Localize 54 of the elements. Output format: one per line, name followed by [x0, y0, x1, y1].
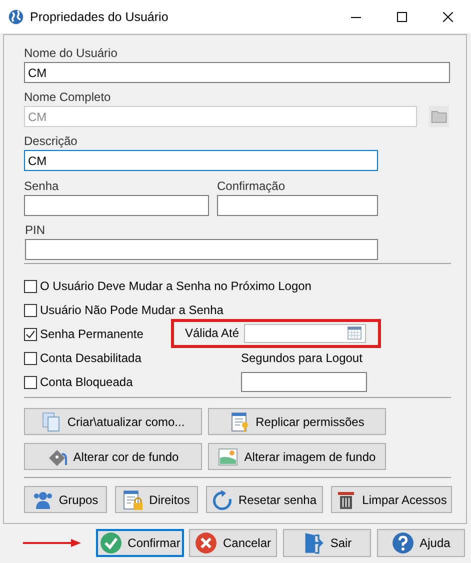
tool-button[interactable]: Criar\atualizar como... — [24, 408, 202, 435]
text-field[interactable] — [25, 239, 378, 260]
check-circle-icon — [100, 532, 122, 554]
help-icon — [392, 532, 414, 554]
dialog-button[interactable]: Confirmar — [96, 529, 184, 557]
field-label: PIN — [25, 222, 46, 238]
checkbox[interactable] — [24, 304, 37, 316]
browse-button[interactable] — [429, 106, 449, 127]
field-label: Segundos para Logout — [241, 351, 362, 365]
checkbox-label: Conta Bloqueada — [40, 375, 133, 389]
field-label: Nome Completo — [24, 89, 112, 105]
folder-icon — [430, 108, 448, 125]
close-icon — [443, 12, 453, 22]
dialog-button[interactable]: Cancelar — [189, 529, 277, 557]
cancel-icon — [194, 532, 217, 554]
checkbox[interactable] — [24, 280, 37, 292]
checkbox-label: Conta Desabilitada — [40, 351, 142, 365]
document-lock-icon — [123, 490, 144, 510]
maximize-icon — [397, 12, 407, 22]
field-label: Confirmação — [217, 178, 286, 194]
checkbox-label: Senha Permanente — [40, 327, 144, 341]
tool-button[interactable]: Replicar permissões — [208, 408, 386, 435]
checkbox[interactable] — [24, 376, 37, 388]
trash-icon — [336, 490, 356, 510]
text-field[interactable] — [217, 195, 378, 216]
checkbox[interactable] — [24, 352, 37, 364]
people-icon — [32, 490, 53, 510]
tool-button[interactable]: Alterar imagem de fundo — [208, 443, 386, 470]
calendar-icon — [347, 326, 362, 340]
action-button[interactable]: Resetar senha — [206, 486, 323, 513]
document-key-icon — [230, 412, 250, 432]
date-field[interactable] — [244, 324, 366, 342]
action-button[interactable]: Direitos — [115, 486, 198, 513]
field-label: Nome do Usuário — [24, 45, 118, 61]
checkbox-label: Usuário Não Pode Mudar a Senha — [40, 303, 224, 317]
field-label: Descrição — [24, 133, 78, 149]
action-button[interactable]: Limpar Acessos — [331, 486, 452, 513]
checkbox[interactable] — [24, 328, 37, 340]
text-field[interactable] — [241, 372, 367, 392]
field-label: Senha — [24, 178, 60, 194]
image-icon — [218, 446, 238, 466]
action-button[interactable]: Grupos — [24, 486, 107, 513]
window-title: Propriedades do Usuário — [30, 10, 170, 24]
field-label: Válida Até — [185, 326, 240, 340]
text-field[interactable]: CM — [24, 62, 450, 83]
tool-button[interactable]: Alterar cor de fundo — [24, 443, 202, 470]
text-field[interactable] — [24, 195, 209, 216]
dialog-button[interactable]: Sair — [283, 529, 371, 557]
globe-icon — [8, 8, 24, 24]
circular-arrow-icon — [212, 490, 232, 510]
text-field[interactable]: CM — [24, 150, 378, 171]
pages-icon — [41, 412, 62, 432]
dialog-button[interactable]: Ajuda — [377, 529, 465, 557]
checkbox-label: O Usuário Deve Mudar a Senha no Próximo Logon — [40, 279, 312, 293]
